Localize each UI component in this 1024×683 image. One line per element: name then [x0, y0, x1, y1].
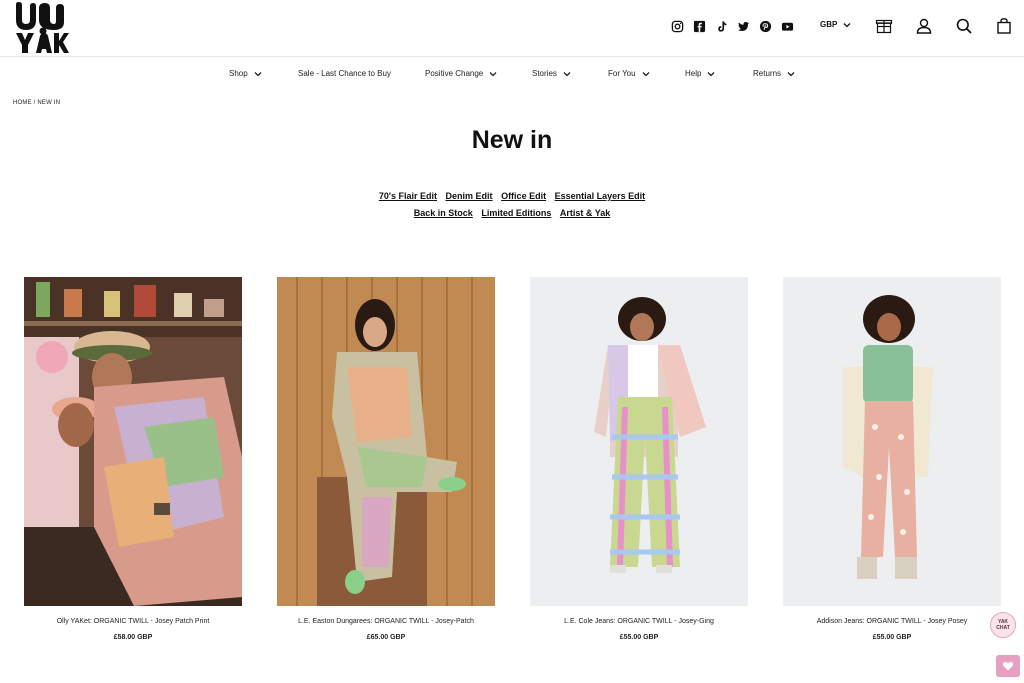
- product-card[interactable]: Addison Jeans: ORGANIC TWILL - Josey Pos…: [783, 277, 1001, 641]
- edit-link-artist-yak[interactable]: Artist & Yak: [560, 208, 610, 218]
- pinterest-icon[interactable]: [758, 19, 772, 33]
- main-nav: Shop Sale - Last Chance to Buy Positive …: [0, 56, 1024, 90]
- nav-item-positive-change[interactable]: Positive Change: [425, 69, 497, 78]
- product-image[interactable]: [783, 277, 1001, 606]
- nav-item-label: Stories: [532, 69, 557, 78]
- nav-item-returns[interactable]: Returns: [753, 69, 795, 78]
- edit-link-70s-flair[interactable]: 70's Flair Edit: [379, 191, 437, 201]
- edit-link-essential-layers[interactable]: Essential Layers Edit: [555, 191, 646, 201]
- page-title: New in: [471, 126, 553, 154]
- account-icon[interactable]: [915, 17, 933, 35]
- nav-item-label: Sale - Last Chance to Buy: [298, 69, 391, 78]
- heart-icon: [1002, 661, 1014, 671]
- breadcrumb[interactable]: HOME / NEW IN: [13, 100, 60, 106]
- product-image[interactable]: [530, 277, 748, 606]
- nav-item-label: For You: [608, 69, 636, 78]
- instagram-icon[interactable]: [670, 19, 684, 33]
- twitter-icon[interactable]: [736, 19, 750, 33]
- logo-graphic: [16, 2, 69, 53]
- chevron-down-icon: [254, 71, 262, 76]
- product-price: £55.00 GBP: [619, 634, 659, 641]
- youtube-icon[interactable]: [780, 19, 794, 33]
- chat-badge[interactable]: YAK CHAT: [990, 612, 1016, 638]
- product-image[interactable]: [24, 277, 242, 606]
- product-card[interactable]: Olly YAKet: ORGANIC TWILL - Josey Patch …: [24, 277, 242, 641]
- gift-icon[interactable]: [875, 17, 893, 35]
- product-card[interactable]: L.E. Easton Dungarees: ORGANIC TWILL - J…: [277, 277, 495, 641]
- social-links: [670, 19, 794, 33]
- edit-link-limited-editions[interactable]: Limited Editions: [481, 208, 551, 218]
- chevron-down-icon: [707, 71, 715, 76]
- chevron-down-icon: [787, 71, 795, 76]
- product-price: £58.00 GBP: [113, 634, 153, 641]
- chevron-down-icon: [843, 22, 851, 27]
- chevron-down-icon: [489, 71, 497, 76]
- product-card[interactable]: L.E. Cole Jeans: ORGANIC TWILL - Josey-G…: [530, 277, 748, 641]
- tiktok-icon[interactable]: [714, 19, 728, 33]
- product-name[interactable]: L.E. Easton Dungarees: ORGANIC TWILL - J…: [277, 618, 495, 625]
- brand-logo[interactable]: [12, 0, 70, 56]
- nav-item-sale[interactable]: Sale - Last Chance to Buy: [298, 69, 391, 78]
- facebook-icon[interactable]: [692, 19, 706, 33]
- product-name[interactable]: Addison Jeans: ORGANIC TWILL - Josey Pos…: [783, 618, 1001, 625]
- nav-item-label: Shop: [229, 69, 248, 78]
- currency-label: GBP: [820, 20, 838, 29]
- site-header: GBP: [0, 0, 1024, 56]
- nav-item-shop[interactable]: Shop: [229, 69, 262, 78]
- edit-links-row-2: Back in Stock Limited Editions Artist & …: [0, 208, 1024, 218]
- currency-selector[interactable]: GBP: [820, 20, 851, 29]
- edit-link-denim[interactable]: Denim Edit: [446, 191, 493, 201]
- nav-item-stories[interactable]: Stories: [532, 69, 571, 78]
- product-price: £55.00 GBP: [872, 634, 912, 641]
- wishlist-button[interactable]: [996, 655, 1020, 677]
- nav-item-label: Positive Change: [425, 69, 484, 78]
- bag-icon[interactable]: [995, 17, 1013, 35]
- chat-badge-label: YAK CHAT: [996, 619, 1010, 631]
- nav-item-help[interactable]: Help: [685, 69, 715, 78]
- edit-links-row-1: 70's Flair Edit Denim Edit Office Edit E…: [0, 191, 1024, 201]
- nav-item-for-you[interactable]: For You: [608, 69, 650, 78]
- product-name[interactable]: L.E. Cole Jeans: ORGANIC TWILL - Josey-G…: [530, 618, 748, 625]
- edit-link-office[interactable]: Office Edit: [501, 191, 546, 201]
- product-image[interactable]: [277, 277, 495, 606]
- product-price: £65.00 GBP: [366, 634, 406, 641]
- nav-item-label: Help: [685, 69, 702, 78]
- edit-link-back-in-stock[interactable]: Back in Stock: [414, 208, 473, 218]
- chevron-down-icon: [642, 71, 650, 76]
- nav-item-label: Returns: [753, 69, 782, 78]
- product-name[interactable]: Olly YAKet: ORGANIC TWILL - Josey Patch …: [24, 618, 242, 625]
- search-icon[interactable]: [955, 17, 973, 35]
- chevron-down-icon: [563, 71, 571, 76]
